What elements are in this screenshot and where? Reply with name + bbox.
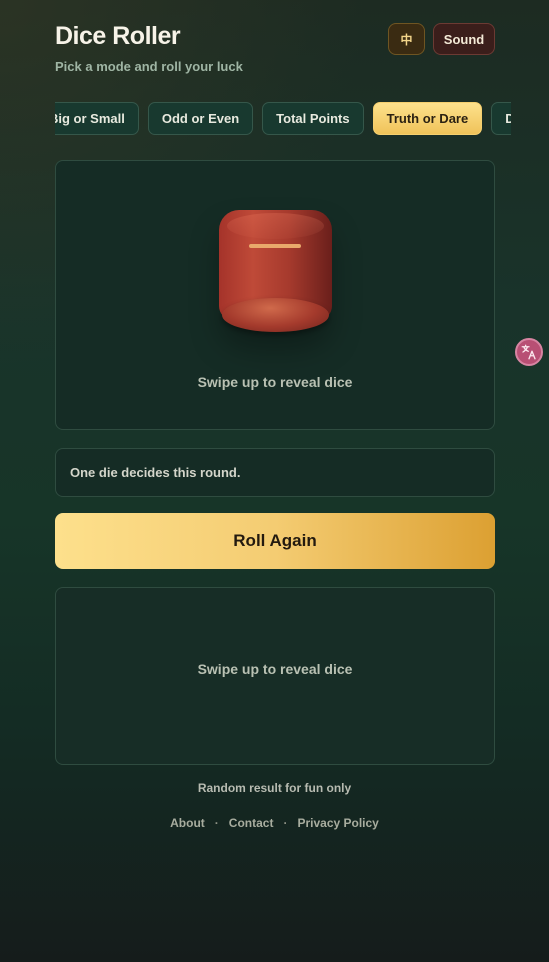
tab-dare[interactable]: Dare [491,102,511,135]
tab-big-or-small[interactable]: Big or Small [55,102,139,135]
disclaimer: Random result for fun only [197,781,352,795]
dice-cup-stripe [249,244,301,248]
sound-toggle-button[interactable]: Sound [433,23,495,55]
dice-cup-base [222,298,329,332]
footer-link-about[interactable]: About [170,816,205,830]
language-toggle-button[interactable]: 中 [388,23,425,55]
stage-hint: Swipe up to reveal dice [197,374,353,390]
round-info-text: One die decides this round. [70,465,241,480]
round-info: One die decides this round. [55,448,495,497]
app-root: Dice Roller Pick a mode and roll your lu… [55,0,495,100]
footer-link-contact[interactable]: Contact [229,816,274,830]
dice-cup-icon[interactable] [219,210,332,335]
mode-tabs-track: Big or Small Odd or Even Total Points Tr… [55,102,511,135]
header-actions: 中 Sound [388,23,495,55]
page-subtitle: Pick a mode and roll your luck [55,59,243,74]
translate-icon[interactable] [515,338,543,366]
dice-stage[interactable]: Swipe up to reveal dice [55,160,495,430]
tab-truth-or-dare[interactable]: Truth or Dare [372,102,483,135]
dice-cup-highlight [227,213,324,239]
footer: About · Contact · Privacy Policy [0,816,549,830]
mode-tabs: Big or Small Odd or Even Total Points Tr… [55,102,511,136]
page-title: Dice Roller [55,22,181,50]
tab-odd-or-even[interactable]: Odd or Even [147,102,254,135]
footer-separator: · [214,816,219,830]
footer-link-privacy-policy[interactable]: Privacy Policy [297,816,378,830]
tab-total-points[interactable]: Total Points [262,102,364,135]
roll-again-button[interactable]: Roll Again [55,513,495,569]
header: Dice Roller Pick a mode and roll your lu… [55,0,495,100]
footer-separator: · [283,816,288,830]
translate-icon-glyph [521,344,536,360]
reveal-hint: Swipe up to reveal dice [197,661,353,677]
reveal-panel[interactable]: Swipe up to reveal dice [55,587,495,765]
